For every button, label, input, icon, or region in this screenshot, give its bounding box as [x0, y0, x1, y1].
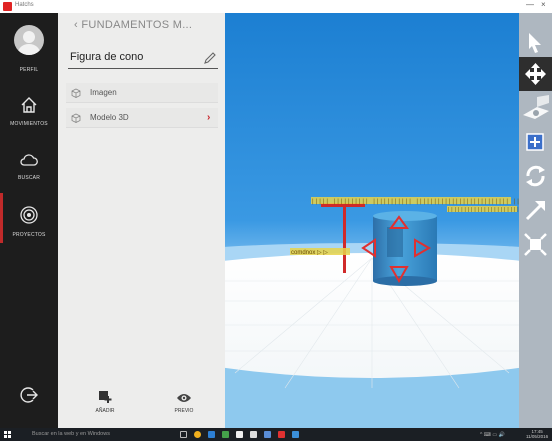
transform-toolbar — [519, 13, 552, 428]
title-bar: Hatchs — × — [0, 0, 552, 13]
rail-item-movimientos[interactable]: MOVIMIENTOS — [0, 121, 58, 127]
snap-icon[interactable] — [519, 125, 552, 159]
windows-start-icon[interactable] — [4, 431, 11, 438]
files-icon[interactable] — [250, 431, 257, 438]
3d-viewport[interactable]: ||||| |||||||||| ||||||||||| |||||||||||… — [225, 13, 519, 428]
os-taskbar: Buscar en la web y en Windows ^ ⌨ ▭ 🔊 17… — [0, 428, 552, 441]
tray-icons[interactable]: ^ ⌨ ▭ 🔊 — [480, 432, 510, 438]
add-layers-icon — [99, 391, 112, 403]
rail-item-proyectos[interactable]: PROYECTOS — [0, 232, 58, 238]
project-panel: ‹ FUNDAMENTOS M... Figura de cono Imagen… — [58, 13, 225, 428]
svg-text:||||| |||||||||| ||||||||||| |: ||||| |||||||||| ||||||||||| |||||||||||… — [311, 198, 519, 205]
plane-icon[interactable] — [519, 91, 552, 125]
add-button-label: AÑADIR — [95, 408, 115, 414]
move-icon[interactable] — [519, 57, 552, 91]
scale-arrow-icon[interactable] — [519, 193, 552, 227]
project-name-field[interactable]: Figura de cono — [70, 51, 143, 63]
preview-button[interactable]: PREVIO — [164, 386, 204, 420]
target-icon[interactable] — [19, 205, 39, 225]
list-item-imagen[interactable]: Imagen — [66, 83, 218, 103]
select-arrow-icon[interactable] — [519, 25, 552, 59]
home-icon[interactable] — [19, 95, 39, 115]
avatar-head-shape — [23, 31, 35, 43]
task-view-icon[interactable] — [180, 431, 187, 438]
profile-label: PERFIL — [19, 67, 39, 73]
name-underline — [68, 68, 218, 69]
chevron-right-icon: › — [207, 112, 211, 123]
rotate-icon[interactable] — [519, 159, 552, 193]
list-item-label: Modelo 3D — [90, 113, 129, 122]
edge-icon[interactable] — [208, 431, 215, 438]
breadcrumb-label: FUNDAMENTOS M... — [81, 19, 193, 31]
taskbar-search[interactable]: Buscar en la web y en Windows — [32, 431, 110, 437]
scene-canvas[interactable]: ||||| |||||||||| ||||||||||| |||||||||||… — [225, 13, 519, 428]
app-icon[interactable] — [236, 431, 243, 438]
close-button[interactable]: × — [541, 0, 546, 9]
clock-date: 11/05/2016 — [526, 434, 549, 439]
add-button[interactable]: AÑADIR — [85, 386, 125, 420]
rail-item-buscar[interactable]: BUSCAR — [0, 175, 58, 181]
chrome-icon[interactable] — [194, 431, 201, 438]
svg-text:comdnox ▷ ▷: comdnox ▷ ▷ — [291, 250, 328, 256]
clock[interactable]: 17:45 11/05/2016 — [526, 429, 548, 439]
list-item-modelo-3d[interactable]: Modelo 3D › — [66, 108, 218, 128]
eye-icon — [177, 394, 191, 402]
hatchs-taskbar-icon[interactable] — [278, 431, 285, 438]
svg-text:|||||||||||||||||||||||||||: ||||||||||||||||||||||||||| — [447, 206, 519, 213]
minimize-button[interactable]: — — [526, 0, 534, 9]
app-title: Hatchs — [15, 2, 34, 8]
cube-icon — [71, 113, 81, 123]
explorer-icon[interactable] — [264, 431, 271, 438]
avatar[interactable] — [14, 25, 44, 55]
list-item-label: Imagen — [90, 88, 117, 97]
word-icon[interactable] — [292, 431, 299, 438]
app-logo-icon — [3, 2, 12, 11]
nav-rail: PERFIL MOVIMIENTOS BUSCAR PROYECTOS — [0, 13, 58, 428]
preview-button-label: PREVIO — [174, 408, 194, 414]
logout-icon[interactable] — [19, 385, 39, 405]
fit-icon[interactable] — [519, 227, 552, 261]
cube-icon — [71, 88, 81, 98]
cloud-icon[interactable] — [19, 150, 39, 170]
pencil-icon[interactable] — [203, 51, 217, 65]
store-icon[interactable] — [222, 431, 229, 438]
avatar-body-shape — [18, 44, 40, 55]
breadcrumb[interactable]: ‹ FUNDAMENTOS M... — [74, 19, 192, 31]
